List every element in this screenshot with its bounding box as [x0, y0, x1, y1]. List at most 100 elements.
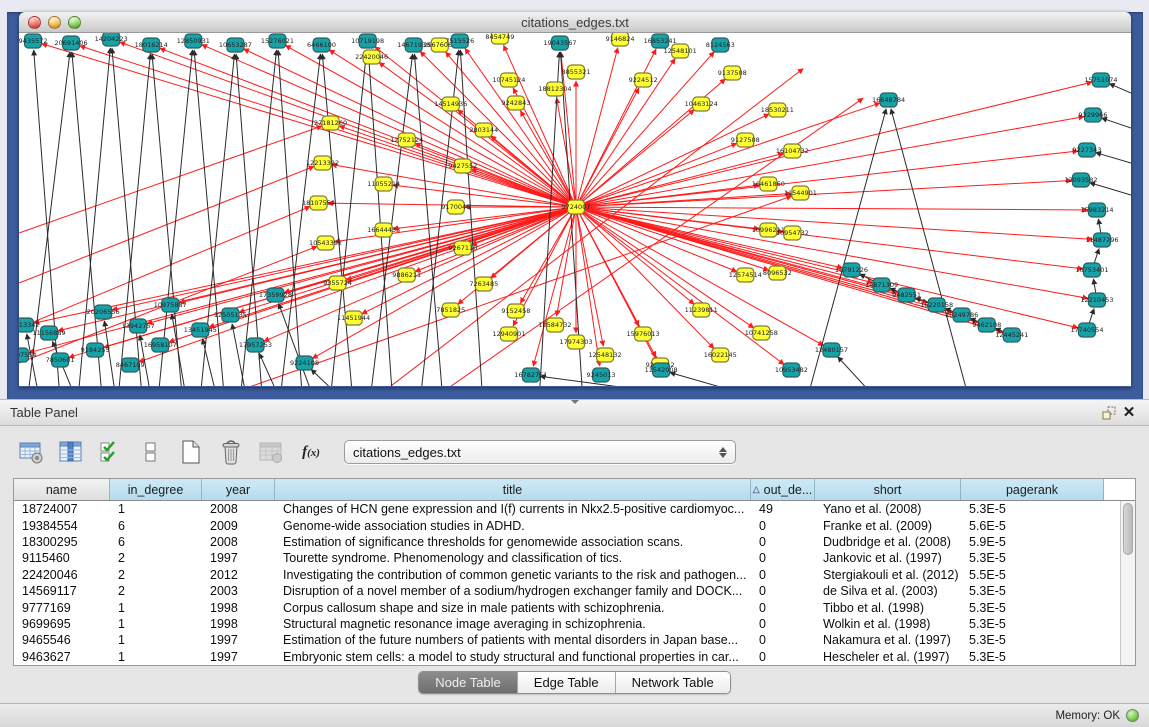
- close-window-icon[interactable]: [28, 16, 41, 29]
- table-row[interactable]: 1830029562008Estimation of significance …: [14, 534, 1135, 550]
- cell-year[interactable]: 1997: [202, 551, 275, 565]
- cell-out_de[interactable]: 0: [751, 551, 815, 565]
- table-row[interactable]: 946362711997Embryonic stem cells: a mode…: [14, 649, 1135, 665]
- cell-out_de[interactable]: 0: [751, 568, 815, 582]
- tab-network-table[interactable]: Network Table: [616, 672, 730, 693]
- cell-pagerank[interactable]: 5.3E-5: [961, 551, 1104, 565]
- column-header-in_degree[interactable]: in_degree: [110, 479, 202, 500]
- cell-name[interactable]: 9465546: [14, 633, 110, 647]
- cell-in_degree[interactable]: 1: [110, 617, 202, 631]
- cell-name[interactable]: 22420046: [14, 568, 110, 582]
- cell-year[interactable]: 2008: [202, 502, 275, 516]
- table-scrollbar[interactable]: [1120, 501, 1135, 665]
- table-row[interactable]: 946554611997Estimation of the future num…: [14, 632, 1135, 648]
- cell-pagerank[interactable]: 5.3E-5: [961, 502, 1104, 516]
- cell-name[interactable]: 18724007: [14, 502, 110, 516]
- table-row[interactable]: 977716911998Corpus callosum shape and si…: [14, 599, 1135, 615]
- cell-title[interactable]: Tourette syndrome. Phenomenology and cla…: [275, 551, 751, 565]
- window-titlebar[interactable]: citations_edges.txt: [19, 12, 1131, 33]
- cell-in_degree[interactable]: 1: [110, 601, 202, 615]
- cell-short[interactable]: Stergiakouli et al. (2012): [815, 568, 961, 582]
- float-panel-icon[interactable]: [1099, 404, 1119, 422]
- cell-short[interactable]: de Silva et al. (2003): [815, 584, 961, 598]
- cell-year[interactable]: 2009: [202, 519, 275, 533]
- cell-out_de[interactable]: 0: [751, 650, 815, 664]
- cell-name[interactable]: 19384554: [14, 519, 110, 533]
- cell-year[interactable]: 2012: [202, 568, 275, 582]
- cell-title[interactable]: Estimation of the future numbers of pati…: [275, 633, 751, 647]
- close-panel-icon[interactable]: ✕: [1119, 404, 1139, 422]
- cell-out_de[interactable]: 0: [751, 617, 815, 631]
- cell-title[interactable]: Embryonic stem cells: a model to study s…: [275, 650, 751, 664]
- table-row[interactable]: 2242004622012Investigating the contribut…: [14, 567, 1135, 583]
- cell-short[interactable]: Nakamura et al. (1997): [815, 633, 961, 647]
- cell-name[interactable]: 9699695: [14, 617, 110, 631]
- cell-in_degree[interactable]: 1: [110, 650, 202, 664]
- splitter-handle-icon[interactable]: [571, 400, 579, 404]
- column-header-short[interactable]: short: [815, 479, 961, 500]
- new-file-icon[interactable]: [176, 437, 206, 467]
- cell-out_de[interactable]: 0: [751, 584, 815, 598]
- unselect-all-icon[interactable]: [136, 437, 166, 467]
- cell-name[interactable]: 9115460: [14, 551, 110, 565]
- network-graph[interactable]: 1646186010996211125745141123981115976013…: [19, 33, 1131, 386]
- cell-name[interactable]: 9777169: [14, 601, 110, 615]
- cell-year[interactable]: 1998: [202, 617, 275, 631]
- cell-out_de[interactable]: 0: [751, 601, 815, 615]
- column-header-pagerank[interactable]: pagerank: [961, 479, 1104, 500]
- table-row[interactable]: 911546021997Tourette syndrome. Phenomeno…: [14, 550, 1135, 566]
- cell-in_degree[interactable]: 1: [110, 633, 202, 647]
- function-builder-icon[interactable]: f(x): [296, 437, 326, 467]
- cell-title[interactable]: Genome-wide association studies in ADHD.: [275, 519, 751, 533]
- delete-entries-trash-icon[interactable]: [216, 437, 246, 467]
- cell-in_degree[interactable]: 2: [110, 551, 202, 565]
- cell-short[interactable]: Jankovic et al. (1997): [815, 551, 961, 565]
- cell-short[interactable]: Dudbridge et al. (2008): [815, 535, 961, 549]
- cell-year[interactable]: 1997: [202, 650, 275, 664]
- cell-title[interactable]: Corpus callosum shape and size in male p…: [275, 601, 751, 615]
- cell-pagerank[interactable]: 5.3E-5: [961, 601, 1104, 615]
- minimize-window-icon[interactable]: [48, 16, 61, 29]
- table-row[interactable]: 969969511998Structural magnetic resonanc…: [14, 616, 1135, 632]
- table-scrollbar-thumb[interactable]: [1123, 503, 1133, 555]
- zoom-window-icon[interactable]: [68, 16, 81, 29]
- cell-name[interactable]: 18300295: [14, 535, 110, 549]
- tab-node-table[interactable]: Node Table: [419, 672, 518, 693]
- cell-in_degree[interactable]: 6: [110, 535, 202, 549]
- cell-title[interactable]: Changes of HCN gene expression and I(f) …: [275, 502, 751, 516]
- column-header-name[interactable]: name: [14, 479, 110, 500]
- column-header-title[interactable]: title: [275, 479, 751, 500]
- column-header-year[interactable]: year: [202, 479, 275, 500]
- cell-out_de[interactable]: 0: [751, 535, 815, 549]
- cell-in_degree[interactable]: 2: [110, 568, 202, 582]
- cell-pagerank[interactable]: 5.3E-5: [961, 584, 1104, 598]
- network-canvas[interactable]: 1646186010996211125745141123981115976013…: [19, 33, 1131, 386]
- cell-pagerank[interactable]: 5.6E-5: [961, 519, 1104, 533]
- table-row[interactable]: 1872400712008Changes of HCN gene express…: [14, 501, 1135, 517]
- cell-pagerank[interactable]: 5.3E-5: [961, 633, 1104, 647]
- cell-title[interactable]: Estimation of significance thresholds fo…: [275, 535, 751, 549]
- cell-in_degree[interactable]: 2: [110, 584, 202, 598]
- cell-out_de[interactable]: 0: [751, 519, 815, 533]
- cell-out_de[interactable]: 0: [751, 633, 815, 647]
- cell-short[interactable]: Franke et al. (2009): [815, 519, 961, 533]
- table-settings-icon[interactable]: [16, 437, 46, 467]
- cell-pagerank[interactable]: 5.3E-5: [961, 650, 1104, 664]
- cell-short[interactable]: Tibbo et al. (1998): [815, 601, 961, 615]
- cell-title[interactable]: Disruption of a novel member of a sodium…: [275, 584, 751, 598]
- cell-out_de[interactable]: 49: [751, 502, 815, 516]
- cell-year[interactable]: 1998: [202, 601, 275, 615]
- cell-title[interactable]: Investigating the contribution of common…: [275, 568, 751, 582]
- cell-short[interactable]: Yano et al. (2008): [815, 502, 961, 516]
- tab-edge-table[interactable]: Edge Table: [518, 672, 616, 693]
- table-row[interactable]: 1456911722003Disruption of a novel membe…: [14, 583, 1135, 599]
- show-columns-icon[interactable]: [56, 437, 86, 467]
- cell-pagerank[interactable]: 5.5E-5: [961, 568, 1104, 582]
- cell-name[interactable]: 9463627: [14, 650, 110, 664]
- cell-short[interactable]: Hescheler et al. (1997): [815, 650, 961, 664]
- column-header-out_de[interactable]: △out_de...: [751, 479, 815, 500]
- cell-name[interactable]: 14569117: [14, 584, 110, 598]
- select-all-icon[interactable]: [96, 437, 126, 467]
- cell-year[interactable]: 1997: [202, 633, 275, 647]
- cell-in_degree[interactable]: 6: [110, 519, 202, 533]
